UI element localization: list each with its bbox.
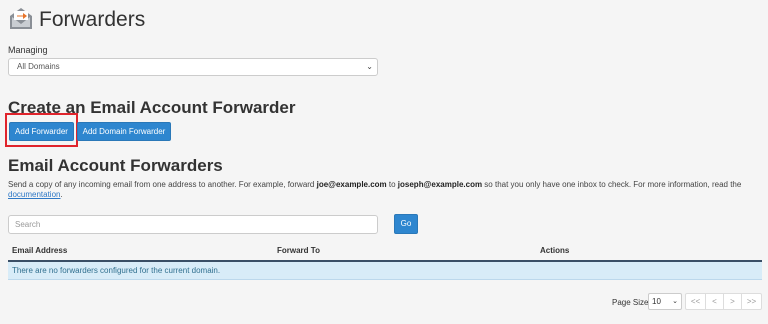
page-size-value: 10 (652, 297, 661, 306)
forwarders-description: Send a copy of any incoming email from o… (8, 180, 742, 199)
documentation-link[interactable]: documentation (8, 190, 60, 199)
domain-select[interactable]: All Domains ⌄ (8, 58, 378, 76)
first-page-button[interactable]: << (685, 293, 706, 310)
page-size-label: Page Size (612, 298, 649, 307)
chevron-down-icon: ⌄ (672, 298, 678, 305)
search-input[interactable]: Search (8, 215, 378, 234)
forwarders-heading: Email Account Forwarders (8, 156, 223, 175)
add-forwarder-button[interactable]: Add Forwarder (9, 122, 74, 141)
previous-page-button[interactable]: < (705, 293, 724, 310)
page-size-select[interactable]: 10 ⌄ (648, 293, 682, 310)
column-header-email-address[interactable]: Email Address (12, 246, 67, 255)
domain-select-value: All Domains (17, 62, 60, 71)
example-email-2: joseph@example.com (397, 180, 483, 189)
column-header-actions: Actions (540, 246, 570, 255)
envelope-forward-icon (8, 5, 34, 31)
empty-table-message: There are no forwarders configured for t… (8, 262, 762, 280)
column-header-forward-to[interactable]: Forward To (277, 246, 320, 255)
chevron-down-icon: ⌄ (366, 62, 373, 71)
add-domain-forwarder-button[interactable]: Add Domain Forwarder (77, 122, 171, 141)
next-page-button[interactable]: > (723, 293, 742, 310)
managing-label: Managing (8, 45, 48, 55)
go-button[interactable]: Go (394, 214, 418, 234)
last-page-button[interactable]: >> (741, 293, 762, 310)
example-email-1: joe@example.com (316, 180, 387, 189)
page-title: Forwarders (39, 8, 146, 31)
